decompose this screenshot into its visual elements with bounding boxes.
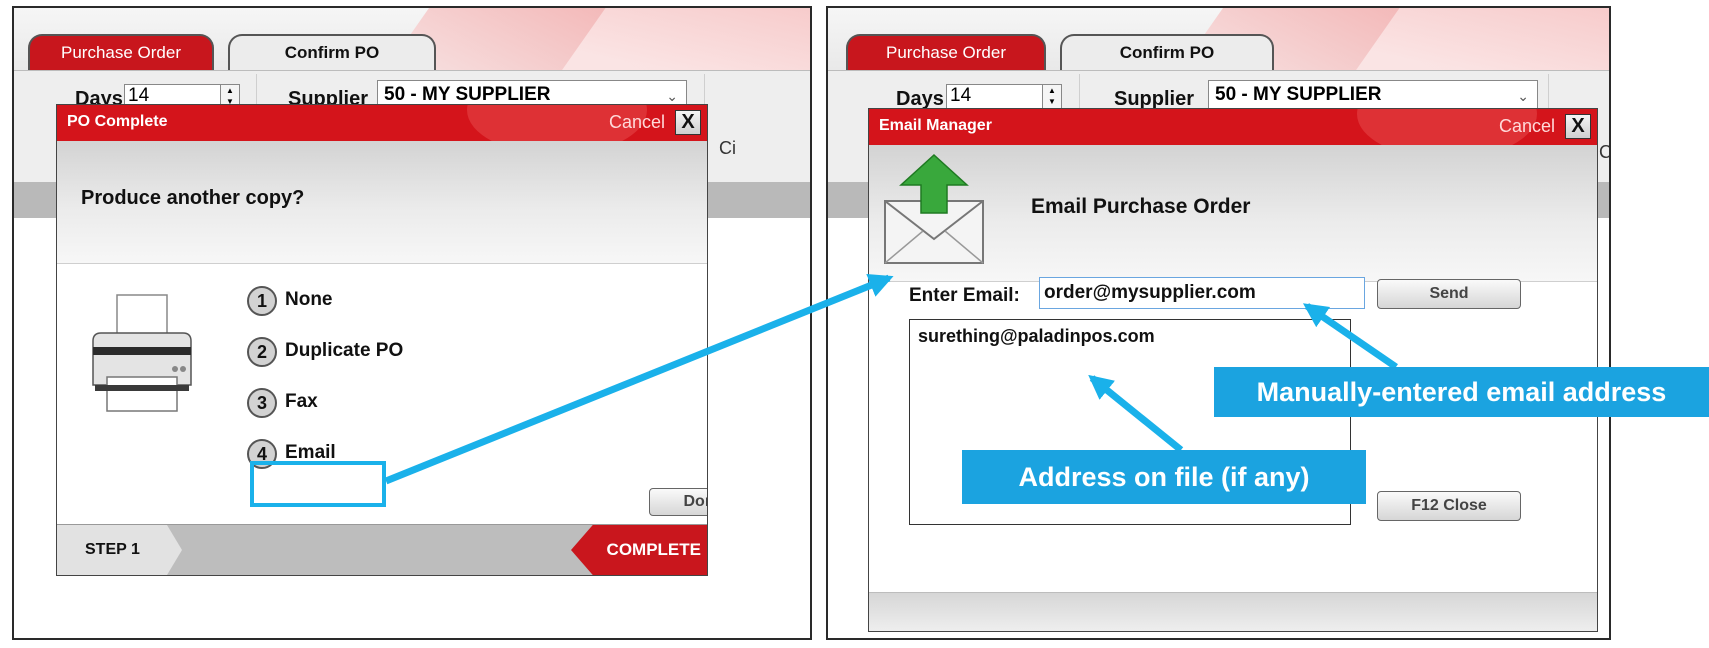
callout-manual-email: Manually-entered email address — [1214, 367, 1709, 417]
annotation-arrows — [384, 273, 1398, 485]
arrow-to-email-input — [1302, 303, 1398, 370]
arrow-to-email-manager — [384, 273, 894, 485]
callout-address-on-file: Address on file (if any) — [962, 450, 1366, 504]
arrow-to-address-on-file — [1088, 374, 1184, 453]
